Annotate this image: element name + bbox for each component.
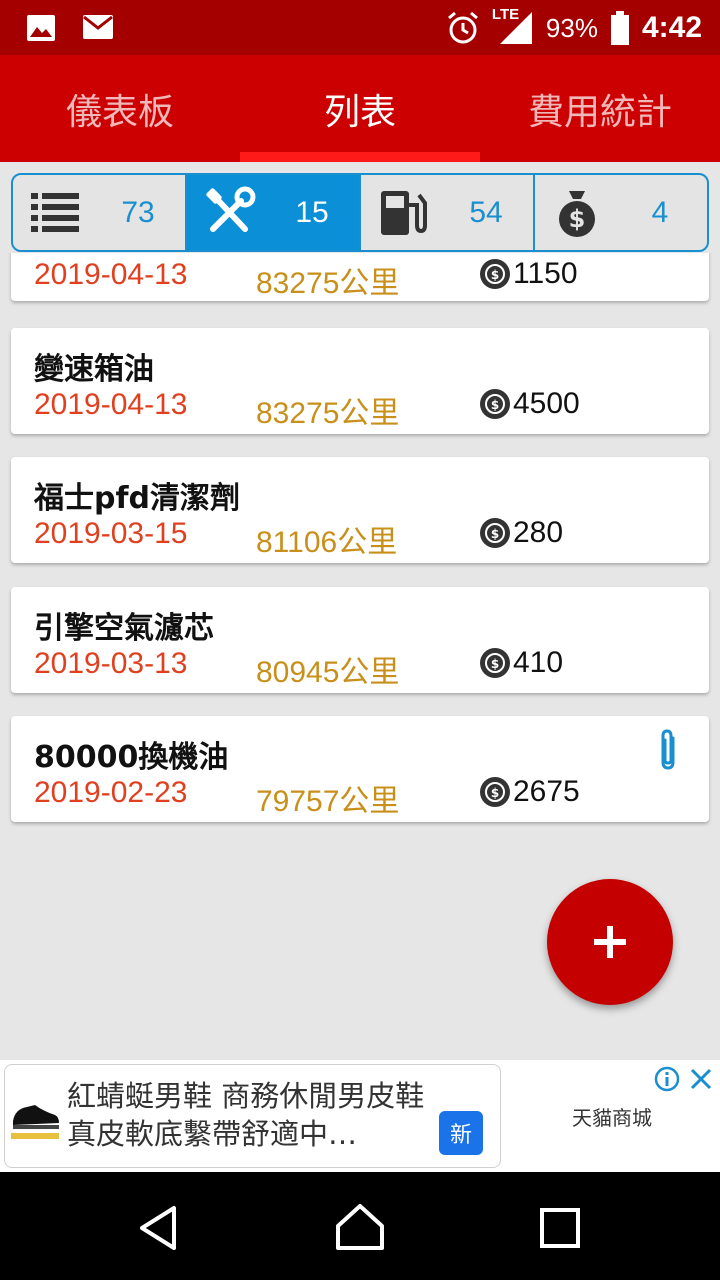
record-date: 2019-03-15 bbox=[34, 517, 188, 550]
tab-dashboard[interactable]: 儀表板 bbox=[0, 55, 240, 162]
record-cost: 280 bbox=[513, 516, 564, 549]
battery-icon bbox=[610, 11, 629, 45]
svg-text:$: $ bbox=[569, 205, 586, 233]
ad-advertiser: 天貓商城 bbox=[572, 1106, 652, 1130]
active-tab-indicator bbox=[240, 152, 480, 162]
record-cost: 2675 bbox=[513, 775, 580, 808]
ad-close-icon[interactable] bbox=[688, 1066, 714, 1092]
record-mileage: 81106公里 bbox=[256, 526, 398, 559]
record-date: 2019-03-13 bbox=[34, 647, 188, 680]
record-title: 福士pfd清潔劑 bbox=[34, 481, 241, 516]
record-cost: 410 bbox=[513, 646, 564, 679]
ad-banner[interactable]: 紅蜻蜓男鞋 商務休閒男皮鞋 真皮軟底繫帶舒適中… 新 天貓商城 bbox=[0, 1060, 720, 1172]
shoe-product-image bbox=[9, 1087, 61, 1141]
ad-new-badge: 新 bbox=[439, 1111, 483, 1155]
svg-text:$: $ bbox=[491, 786, 499, 800]
svg-text:$: $ bbox=[491, 398, 499, 412]
money-bag-icon: $ bbox=[559, 191, 595, 237]
list-icon bbox=[31, 193, 79, 232]
battery-percent: 93% bbox=[545, 12, 598, 43]
recents-icon[interactable] bbox=[532, 1200, 588, 1256]
coin-icon: $ bbox=[480, 648, 510, 678]
filter-other-expense[interactable]: $ 4 bbox=[535, 175, 707, 250]
attachment-icon[interactable] bbox=[653, 728, 683, 772]
filter-all[interactable]: 73 bbox=[13, 175, 187, 250]
svg-text:$: $ bbox=[491, 657, 499, 671]
record-cost: 1150 bbox=[513, 257, 578, 290]
ad-content[interactable]: 紅蜻蜓男鞋 商務休閒男皮鞋 真皮軟底繫帶舒適中… 新 bbox=[4, 1064, 501, 1168]
add-record-button[interactable] bbox=[547, 879, 673, 1005]
filter-all-count: 73 bbox=[121, 195, 155, 229]
record-title: 變速箱油 bbox=[34, 352, 154, 387]
record-date: 2019-02-23 bbox=[34, 776, 188, 809]
list-item[interactable]: 福士pfd清潔劑 2019-03-15 81106公里 $ 280 bbox=[11, 457, 709, 563]
filter-fuel-count: 54 bbox=[469, 195, 503, 229]
list-item[interactable]: 引擎空氣濾芯 2019-03-13 80945公里 $ 410 bbox=[11, 587, 709, 693]
list-item[interactable]: 80000換機油 2019-02-23 79757公里 $ 2675 bbox=[11, 716, 709, 822]
tab-list[interactable]: 列表 bbox=[240, 55, 480, 162]
back-icon[interactable] bbox=[132, 1200, 188, 1256]
list-item[interactable]: 2019-04-13 83275公里 $ 1150 bbox=[11, 253, 709, 301]
plus-icon bbox=[594, 926, 626, 958]
status-bar: LTE 93% 4:42 bbox=[0, 0, 720, 55]
mail-notification-icon bbox=[83, 15, 113, 39]
record-title: 引擎空氣濾芯 bbox=[34, 611, 214, 646]
record-title: 80000換機油 bbox=[34, 740, 229, 775]
fuel-icon bbox=[381, 191, 427, 235]
record-date: 2019-04-13 bbox=[34, 258, 188, 291]
filter-fuel[interactable]: 54 bbox=[361, 175, 535, 250]
record-date: 2019-04-13 bbox=[34, 388, 188, 421]
ad-info-icon[interactable] bbox=[654, 1066, 680, 1092]
top-tab-bar: 儀表板 列表 費用統計 bbox=[0, 55, 720, 162]
image-notification-icon bbox=[27, 15, 55, 41]
tab-expense-stats[interactable]: 費用統計 bbox=[480, 55, 720, 162]
category-filter: 73 15 54 $ 4 bbox=[11, 173, 709, 252]
record-cost: 4500 bbox=[513, 387, 580, 420]
coin-icon: $ bbox=[480, 259, 510, 289]
record-mileage: 83275公里 bbox=[256, 267, 400, 300]
coin-icon: $ bbox=[480, 518, 510, 548]
ad-headline: 紅蜻蜓男鞋 商務休閒男皮鞋 真皮軟底繫帶舒適中… bbox=[67, 1079, 425, 1151]
alarm-icon bbox=[447, 11, 478, 44]
filter-other-count: 4 bbox=[651, 195, 669, 229]
filter-maintenance-count: 15 bbox=[295, 195, 329, 229]
coin-icon: $ bbox=[480, 389, 510, 419]
filter-maintenance[interactable]: 15 bbox=[187, 175, 361, 250]
clock: 4:42 bbox=[641, 11, 702, 44]
list-item[interactable]: 變速箱油 2019-04-13 83275公里 $ 4500 bbox=[11, 328, 709, 434]
record-mileage: 83275公里 bbox=[256, 397, 400, 430]
record-mileage: 80945公里 bbox=[256, 656, 400, 689]
home-icon[interactable] bbox=[332, 1200, 388, 1256]
svg-text:$: $ bbox=[491, 268, 499, 282]
record-mileage: 79757公里 bbox=[256, 785, 400, 818]
system-nav-bar bbox=[0, 1172, 720, 1280]
coin-icon: $ bbox=[480, 777, 510, 807]
svg-text:$: $ bbox=[491, 527, 499, 541]
tools-icon bbox=[206, 186, 256, 232]
signal-icon: LTE bbox=[492, 6, 534, 46]
